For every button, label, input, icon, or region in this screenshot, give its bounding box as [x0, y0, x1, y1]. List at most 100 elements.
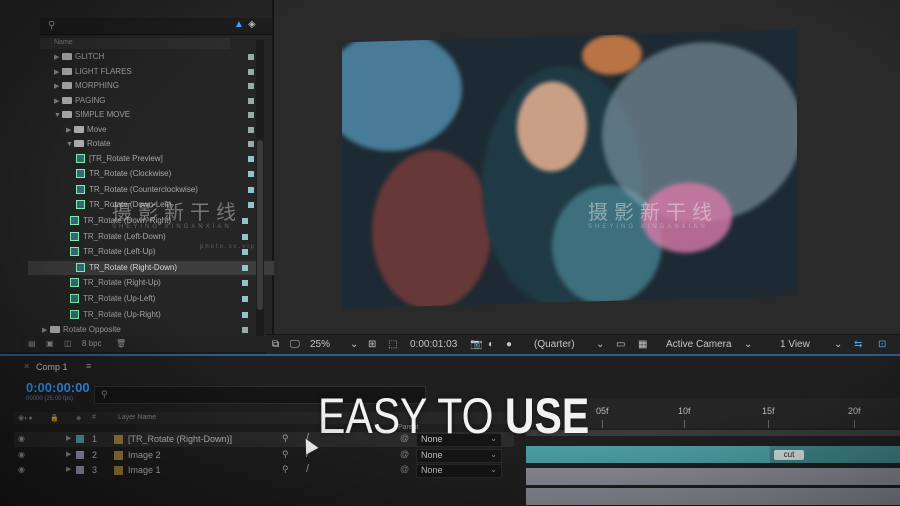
project-folder-item[interactable]: ▶ GLITCH	[54, 50, 104, 64]
always-preview-icon[interactable]: ⧉	[272, 339, 279, 350]
triangle-right-icon[interactable]: ▶	[54, 51, 62, 65]
label-color-swatch[interactable]	[242, 233, 248, 240]
timeline-layer-row[interactable]: ◉ ▶ 3 Image 1 ⚲ / @ None ⌄	[14, 463, 514, 478]
label-color-swatch[interactable]	[248, 68, 254, 75]
visibility-eye-icon[interactable]: ◉	[18, 450, 25, 459]
label-color-swatch[interactable]	[248, 112, 254, 118]
label-color-swatch[interactable]	[242, 295, 248, 302]
project-comp-item[interactable]: TR_Rotate (Up-Left)	[70, 292, 155, 306]
label-color-swatch[interactable]	[248, 202, 254, 209]
chevron-down-icon[interactable]: ⌄	[834, 339, 842, 350]
project-comp-item[interactable]: TR_Rotate (Left-Down)	[70, 230, 166, 244]
current-time-display[interactable]: 0:00:00:00	[26, 380, 90, 395]
project-folder-item[interactable]: ▶ PAGING	[54, 94, 106, 108]
label-color-swatch[interactable]	[242, 217, 248, 224]
layer-name[interactable]: [TR_Rotate (Right-Down)]	[128, 434, 232, 444]
shy-switch-icon[interactable]: ⚲	[282, 464, 289, 475]
chevron-down-icon[interactable]: ⌄	[350, 339, 358, 350]
triangle-right-icon[interactable]: ▶	[66, 465, 71, 473]
label-color-swatch[interactable]	[248, 126, 254, 133]
camera-dropdown[interactable]: Active Camera	[666, 339, 732, 350]
mask-visibility-icon[interactable]: ⬚	[388, 339, 397, 350]
triangle-right-icon[interactable]: ▶	[54, 95, 62, 109]
layer-label-color[interactable]	[76, 435, 84, 443]
parent-dropdown[interactable]: None ⌄	[416, 464, 502, 478]
project-folder-item[interactable]: ▶ LIGHT FLARES	[54, 65, 132, 79]
project-scrollbar[interactable]	[256, 40, 264, 340]
triangle-down-icon[interactable]: ▼	[66, 138, 74, 152]
menu-icon[interactable]: ≡	[86, 361, 91, 371]
quality-slash-icon[interactable]: /	[306, 463, 309, 475]
triangle-right-icon[interactable]: ▶	[66, 124, 74, 138]
timeline-toggle-icon[interactable]: ⊡	[878, 339, 886, 350]
triangle-right-icon[interactable]: ▶	[54, 66, 62, 80]
label-color-swatch[interactable]	[242, 327, 248, 334]
region-of-interest-icon[interactable]: ▭	[616, 339, 625, 350]
shy-switch-icon[interactable]: ⚲	[282, 433, 289, 444]
triangle-right-icon[interactable]: ▶	[54, 80, 62, 94]
label-color-swatch[interactable]	[248, 186, 254, 193]
label-color-swatch[interactable]	[248, 54, 254, 60]
label-color-swatch[interactable]	[248, 83, 254, 89]
fast-previews-icon[interactable]: ⇆	[854, 339, 862, 350]
display-icon[interactable]: 🖵	[290, 339, 300, 350]
parent-pickwhip-icon[interactable]: @	[400, 464, 409, 474]
snapshot-icon[interactable]: 📷	[470, 339, 482, 350]
label-color-swatch[interactable]	[248, 141, 254, 147]
project-folder-item[interactable]: ▼ SIMPLE MOVE	[54, 108, 130, 122]
project-column-header[interactable]: Name	[40, 38, 230, 49]
layer-2-track[interactable]	[526, 468, 900, 485]
bpc-button[interactable]: 8 bpc	[82, 339, 102, 348]
timeline-layer-row[interactable]: ◉ ▶ 2 Image 2 ⚲ / @ None ⌄	[14, 448, 514, 463]
project-folder-item[interactable]: ▶ Rotate Opposite	[42, 323, 121, 337]
scroll-thumb[interactable]	[257, 140, 263, 310]
show-snapshot-icon[interactable]: ◐	[488, 339, 494, 350]
transparency-grid-icon[interactable]: ▦	[638, 339, 647, 350]
resolution-dropdown[interactable]: (Quarter)	[534, 339, 575, 350]
project-comp-item[interactable]: TR_Rotate (Left-Up)	[70, 245, 155, 259]
timeline-tab[interactable]: × Comp 1 ≡	[0, 358, 100, 376]
channel-rgb-icon[interactable]: ●	[506, 339, 512, 350]
label-color-swatch[interactable]	[248, 171, 254, 178]
label-color-swatch[interactable]	[242, 311, 248, 318]
layer-label-color[interactable]	[76, 466, 84, 474]
project-comp-item[interactable]: TR_Rotate (Up-Right)	[70, 308, 161, 322]
project-comp-item[interactable]: TR_Rotate (Counterclockwise)	[76, 183, 198, 197]
parent-pickwhip-icon[interactable]: @	[400, 449, 409, 459]
layer-3-track[interactable]	[526, 488, 900, 505]
comp-marker[interactable]: cut	[774, 450, 804, 460]
triangle-right-icon[interactable]: ▶	[66, 450, 71, 458]
label-color-swatch[interactable]	[242, 280, 248, 287]
chevron-down-icon[interactable]: ⌄	[596, 339, 604, 350]
project-comp-item[interactable]: TR_Rotate (Clockwise)	[76, 167, 171, 181]
visibility-eye-icon[interactable]: ◉	[18, 434, 25, 443]
views-dropdown[interactable]: 1 View	[780, 339, 810, 350]
layer-label-color[interactable]	[76, 451, 84, 459]
visibility-eye-icon[interactable]: ◉	[18, 465, 25, 474]
project-folder-item[interactable]: ▶ Move	[66, 123, 107, 137]
shy-switch-icon[interactable]: ⚲	[282, 449, 289, 460]
project-comp-item[interactable]: [TR_Rotate Preview]	[76, 152, 163, 166]
parent-dropdown[interactable]: None ⌄	[416, 449, 502, 463]
new-folder-icon[interactable]: ▤	[28, 339, 36, 348]
project-folder-item[interactable]: ▶ MORPHING	[54, 79, 119, 93]
label-icon[interactable]: ◈	[76, 414, 81, 422]
label-color-swatch[interactable]	[248, 155, 254, 162]
new-comp-icon[interactable]: ▣	[46, 339, 54, 348]
layer-name[interactable]: Image 1	[128, 465, 161, 475]
timecode-display[interactable]: 0:00:01:03	[410, 339, 457, 350]
layer-name-column[interactable]: Layer Name	[118, 414, 156, 421]
triangle-right-icon[interactable]: ▶	[66, 434, 71, 442]
trash-icon[interactable]: 🗑	[116, 339, 126, 348]
project-folder-item[interactable]: ▼ Rotate	[66, 137, 111, 151]
av-features-icon[interactable]: ◉◐●	[18, 414, 33, 422]
interpret-footage-icon[interactable]: ◫	[64, 339, 72, 348]
label-tag-icon[interactable]: ◈	[248, 19, 256, 30]
zoom-dropdown[interactable]: 25%	[310, 339, 330, 350]
label-color-swatch[interactable]	[248, 97, 254, 104]
layer-name[interactable]: Image 2	[128, 450, 161, 460]
sort-arrow-icon[interactable]: ▲	[234, 19, 244, 30]
project-comp-item[interactable]: TR_Rotate (Right-Up)	[70, 276, 161, 290]
lock-icon[interactable]: 🔒	[50, 414, 59, 422]
close-icon[interactable]: ×	[24, 361, 29, 371]
